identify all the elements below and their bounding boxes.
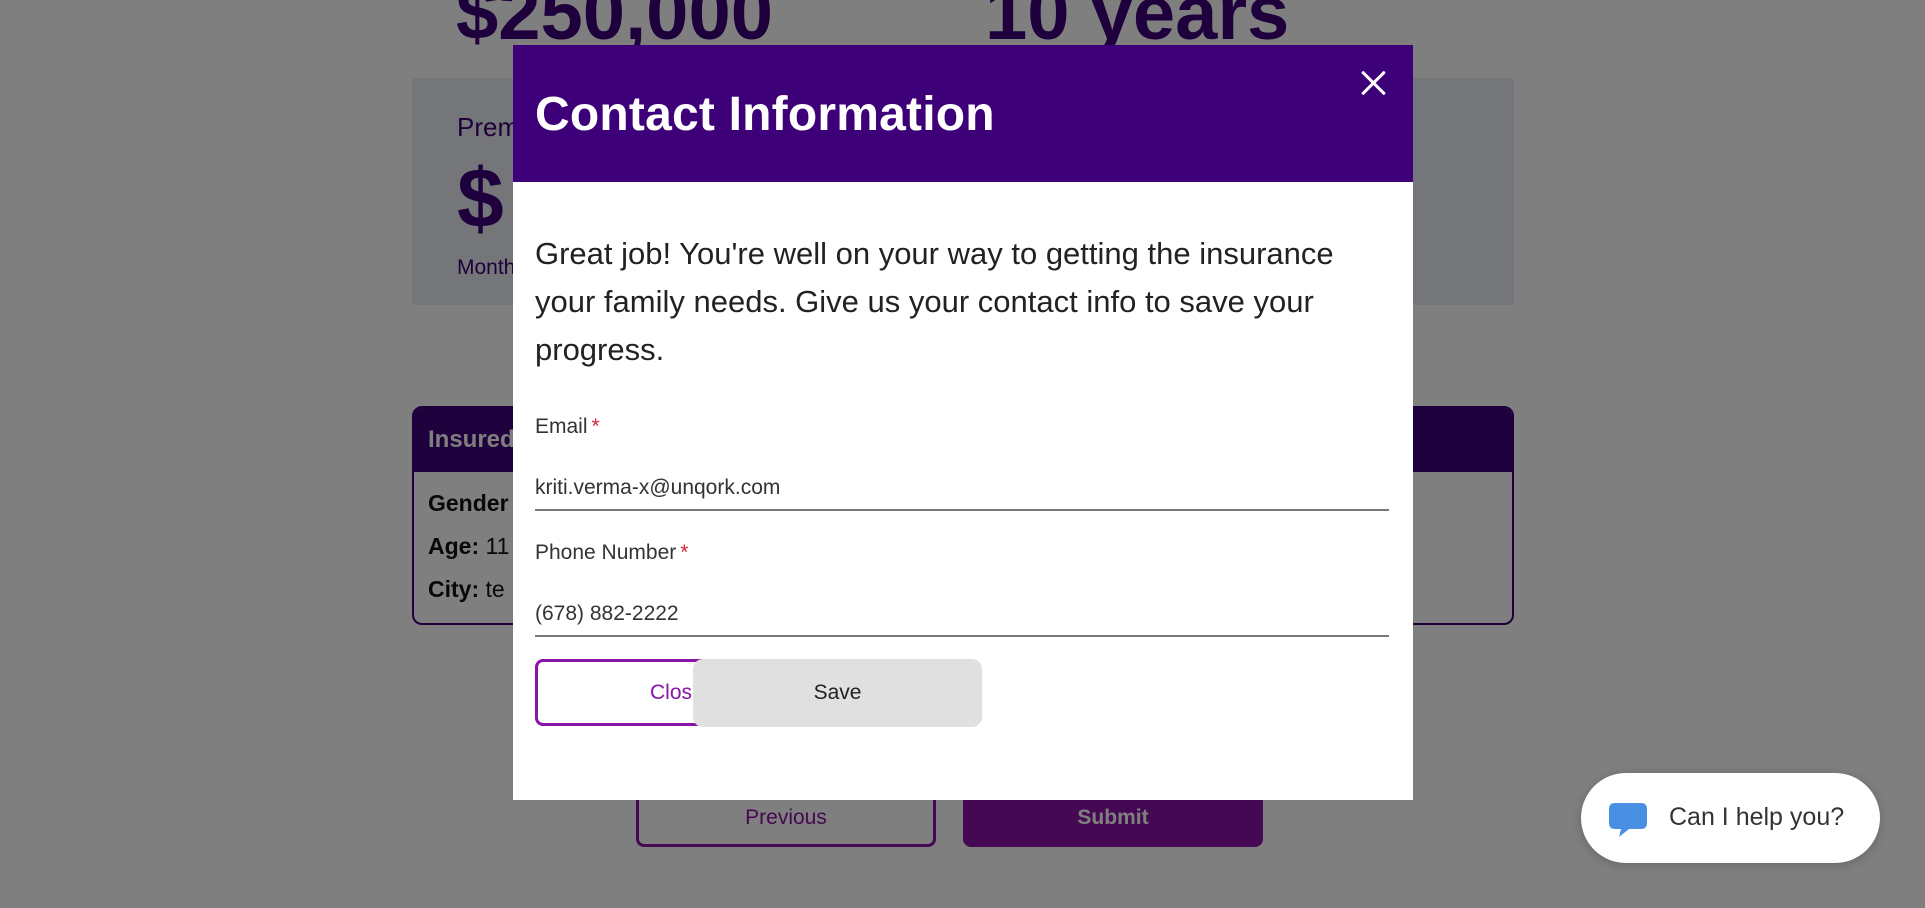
- chat-bubble-icon: [1609, 803, 1647, 837]
- phone-label-text: Phone Number: [535, 541, 677, 564]
- required-marker: *: [680, 541, 689, 564]
- modal-header: Contact Information: [513, 45, 1413, 182]
- phone-field-group: Phone Number *: [535, 541, 1391, 637]
- save-button[interactable]: Save: [693, 659, 982, 727]
- email-field-group: Email *: [535, 415, 1391, 511]
- modal-body: Great job! You're well on your way to ge…: [513, 230, 1413, 727]
- modal-title: Contact Information: [535, 88, 995, 141]
- close-icon[interactable]: [1353, 63, 1393, 103]
- chat-prompt: Can I help you?: [1669, 803, 1845, 831]
- required-marker: *: [591, 415, 600, 438]
- phone-label: Phone Number *: [535, 541, 688, 564]
- email-label: Email *: [535, 415, 600, 438]
- email-input[interactable]: [535, 467, 1389, 511]
- intro-text: Great job! You're well on your way to ge…: [535, 236, 1334, 367]
- email-label-text: Email: [535, 415, 588, 438]
- modal-actions: Close Save: [535, 659, 1391, 727]
- phone-input[interactable]: [535, 593, 1389, 637]
- chat-widget[interactable]: Can I help you?: [1581, 773, 1880, 863]
- contact-information-modal: Contact Information Great job! You're we…: [513, 45, 1413, 800]
